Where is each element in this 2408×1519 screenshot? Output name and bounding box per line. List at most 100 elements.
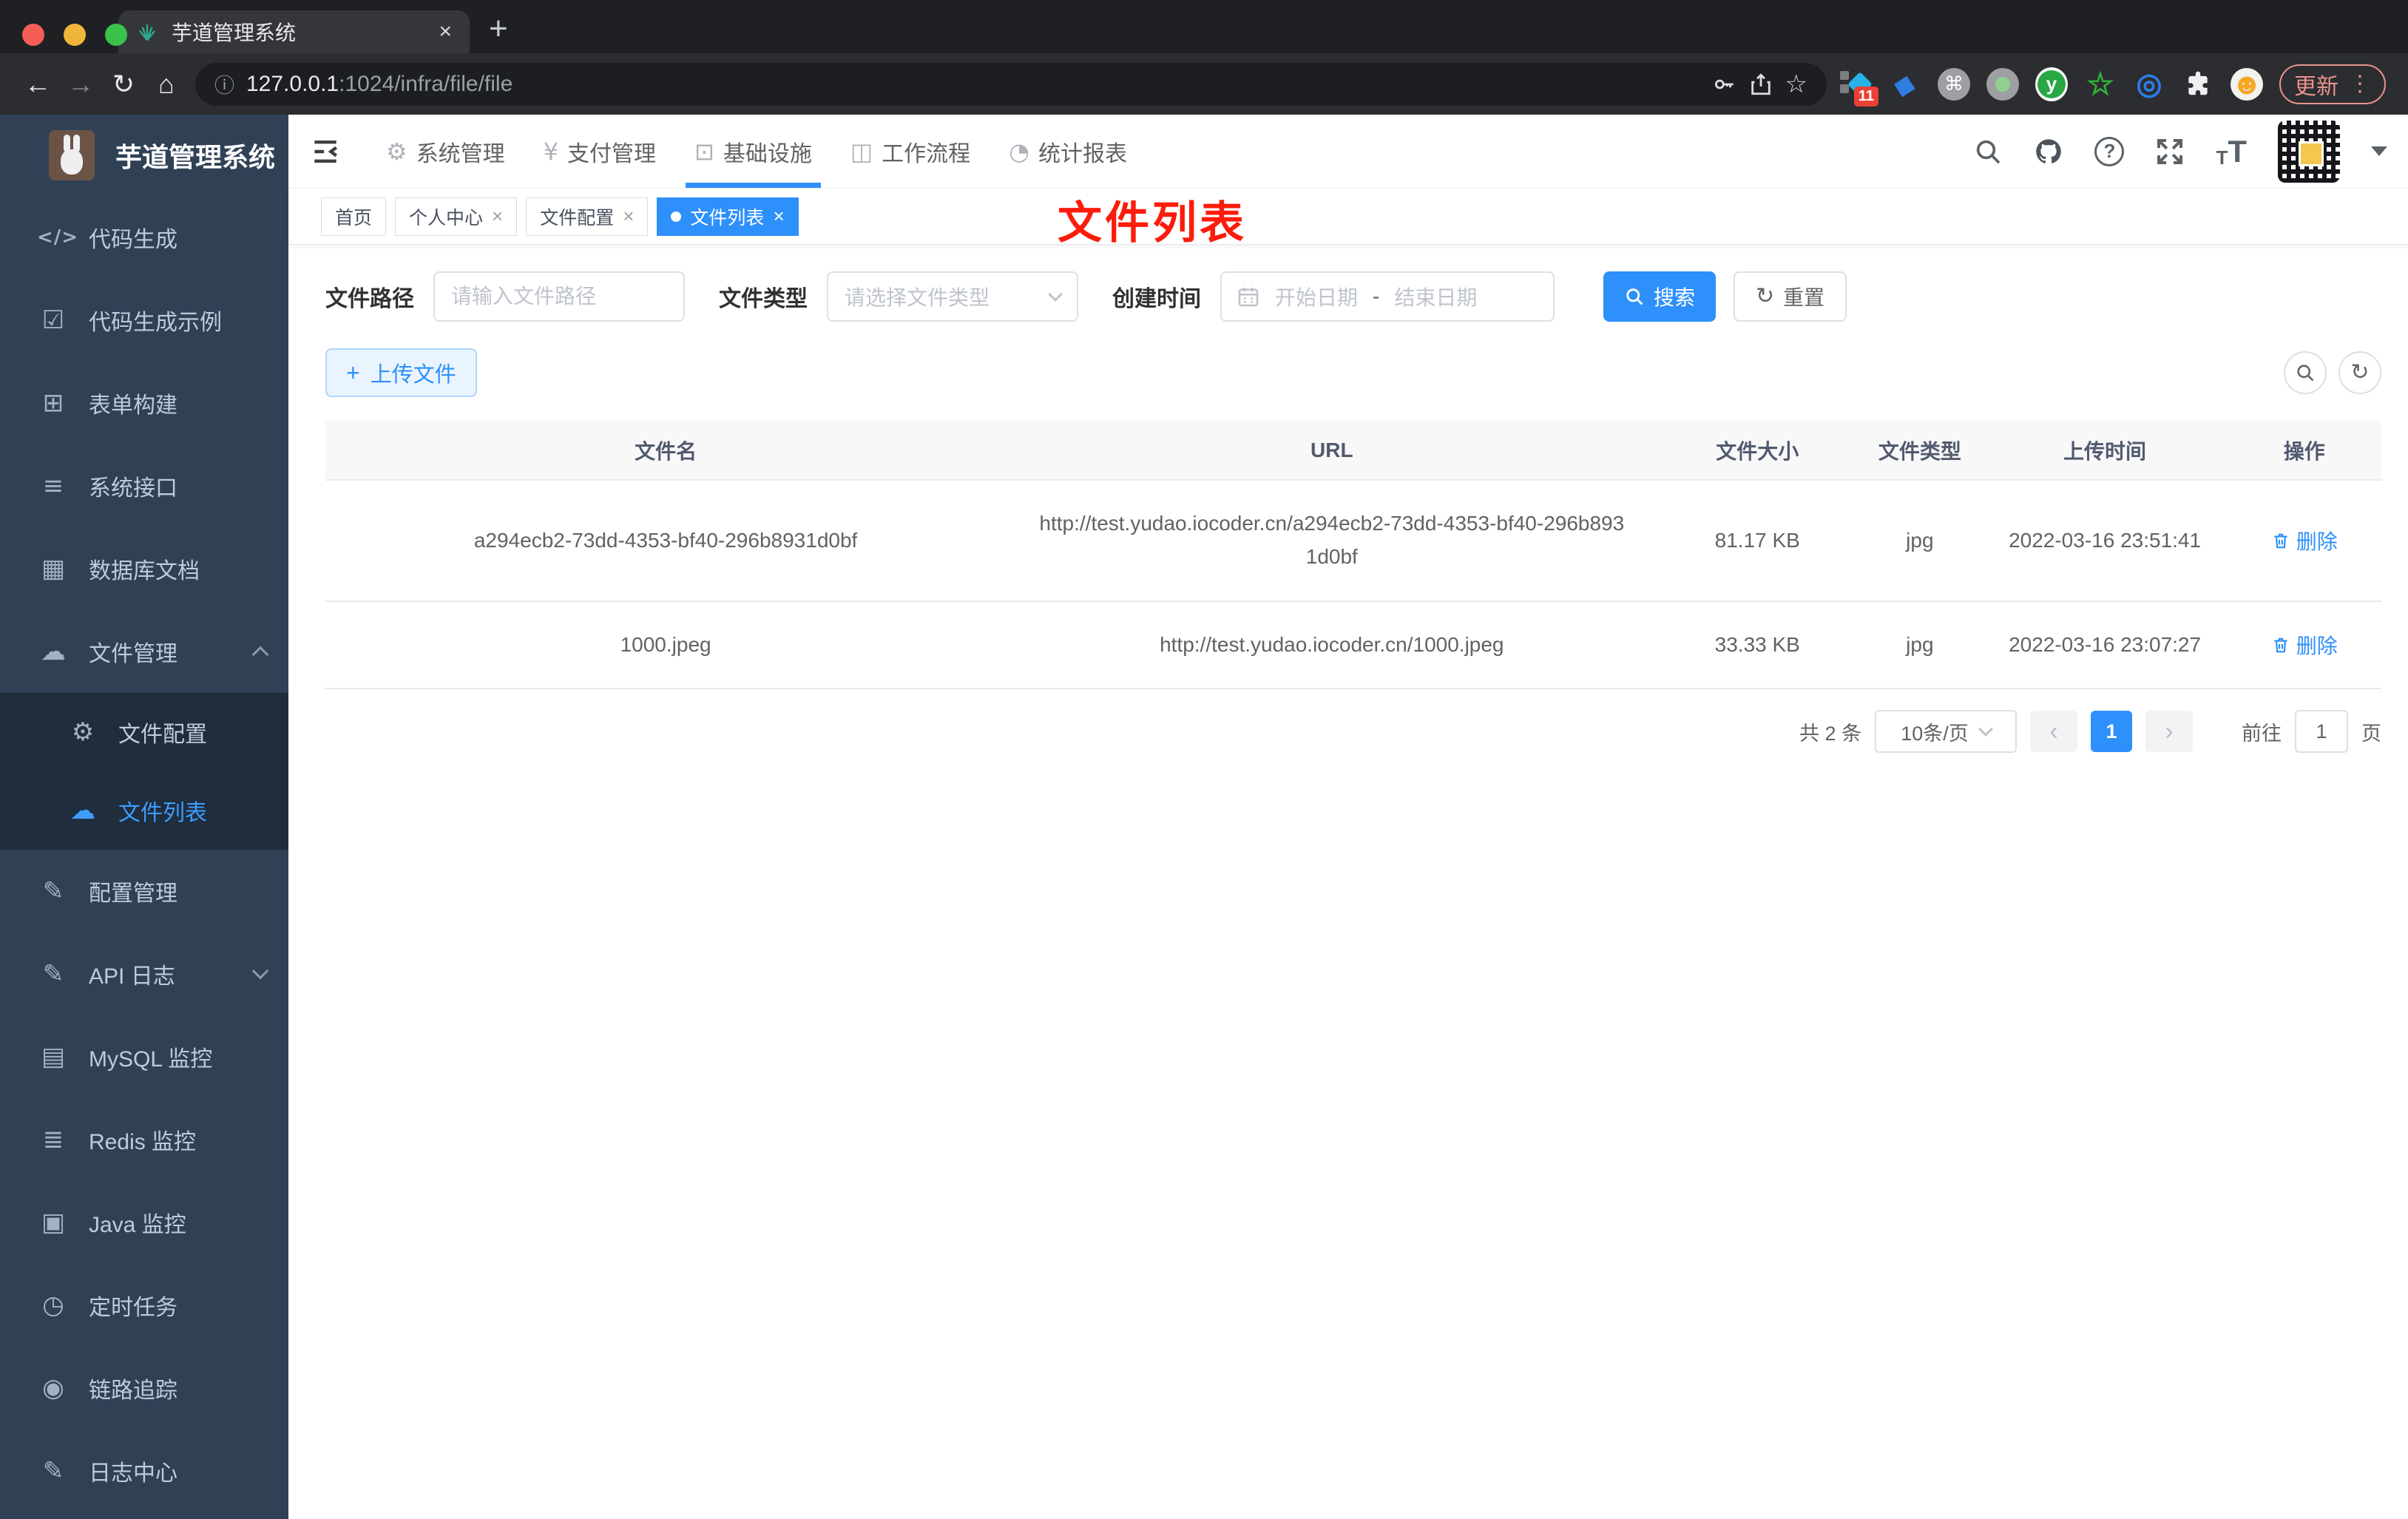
bookmark-star-icon[interactable]: ☆ [1785,72,1807,97]
browser-chrome: 芋道管理系统 × + ← → ↻ ⌂ ⓘ 127.0.0.1:1024/infr… [0,0,2408,115]
nav-item-reports[interactable]: ◔ 统计报表 [990,115,1146,188]
sidebar-item-code-generation[interactable]: </> 代码生成 [0,196,288,279]
user-avatar-qr[interactable] [2278,120,2340,183]
close-icon[interactable]: × [773,205,784,228]
sidebar-collapse-icon[interactable] [309,135,342,168]
site-info-icon[interactable]: ⓘ [214,70,234,98]
refresh-table-button[interactable]: ↻ [2338,351,2381,394]
delete-button[interactable]: 删除 [2271,630,2338,660]
sidebar-item-form-builder[interactable]: ⊞ 表单构建 [0,362,288,444]
col-upload-time: 上传时间 [1982,421,2228,481]
close-window-button[interactable] [22,24,44,46]
goto-unit-label: 页 [2361,722,2381,745]
extension-eye-icon[interactable]: ◎ [2133,68,2165,101]
browser-update-button[interactable]: 更新 ⋮ [2279,64,2386,104]
forward-button[interactable]: → [59,69,102,100]
extension-kite-icon[interactable]: ◆ [1886,64,1924,103]
avatar-caret-down-icon[interactable] [2371,146,2387,156]
sidebar-item-trace[interactable]: ◉ 链路追踪 [0,1347,288,1430]
sidebar-item-mysql-monitor[interactable]: ▤ MySQL 监控 [0,1015,288,1098]
sidebar-item-db-doc[interactable]: ▦ 数据库文档 [0,527,288,610]
prev-page-button[interactable]: ‹ [2030,711,2077,753]
layers-icon: ≣ [42,1125,64,1154]
extension-recorder-icon[interactable] [1986,67,2019,101]
back-button[interactable]: ← [16,69,59,100]
profile-avatar[interactable]: ☻ [2231,67,2263,101]
tag-file-config[interactable]: 文件配置 × [526,197,649,236]
sidebar-item-file-management[interactable]: ☁ 文件管理 [0,610,288,693]
log-center-icon: ✎ [42,1456,64,1486]
minimize-window-button[interactable] [64,24,86,46]
delete-button[interactable]: 删除 [2271,526,2338,555]
home-button[interactable]: ⌂ [145,69,188,100]
extension-tabs-icon[interactable]: 11 [1840,68,1878,106]
sidebar: 芋道管理系统 </> 代码生成 ☑ 代码生成示例 ⊞ 表单构建 ≡ 系统接口 ▦… [0,115,288,1519]
upload-file-button[interactable]: + 上传文件 [325,348,477,397]
hide-search-button[interactable] [2284,351,2327,394]
app-logo[interactable]: 芋道管理系统 [0,115,288,196]
sidebar-item-log-center[interactable]: ✎ 日志中心 [0,1430,288,1512]
close-icon[interactable]: × [492,205,503,228]
col-url: URL [1006,421,1658,481]
date-end-placeholder[interactable]: 结束日期 [1394,282,1477,311]
sidebar-item-code-gen-example[interactable]: ☑ 代码生成示例 [0,279,288,362]
browser-menu-icon[interactable]: ⋮ [2349,71,2371,97]
briefcase-icon: ◫ [850,137,873,166]
file-path-label: 文件路径 [325,287,414,311]
col-actions: 操作 [2227,421,2381,481]
file-path-input[interactable] [433,271,685,322]
tag-home[interactable]: 首页 [321,197,387,236]
sidebar-item-file-config[interactable]: ⚙ 文件配置 [0,693,288,771]
nav-item-payment[interactable]: ¥ 支付管理 [524,115,675,188]
font-size-icon[interactable]: TT [2216,134,2247,169]
window-controls [22,24,127,46]
sidebar-item-scheduled-tasks[interactable]: ◷ 定时任务 [0,1264,288,1347]
nav-item-system[interactable]: ⚙ 系统管理 [367,115,524,188]
address-bar[interactable]: ⓘ 127.0.0.1:1024/infra/file/file ☆ [195,62,1827,106]
help-icon[interactable]: ? [2094,136,2125,166]
tag-file-list[interactable]: 文件列表 × [657,197,799,236]
browser-tab[interactable]: 芋道管理系统 × [118,10,470,53]
extension-command-icon[interactable]: ⌘ [1938,67,1970,101]
search-icon[interactable] [1973,137,2003,166]
zoom-window-button[interactable] [105,24,127,46]
sidebar-item-config-management[interactable]: ✎ 配置管理 [0,850,288,933]
next-page-button[interactable]: › [2145,711,2193,753]
sidebar-item-redis-monitor[interactable]: ≣ Redis 监控 [0,1098,288,1181]
extension-badge: 11 [1853,86,1878,106]
date-start-placeholder[interactable]: 开始日期 [1275,282,1358,311]
new-tab-button[interactable]: + [489,10,508,47]
sidebar-item-system-api[interactable]: ≡ 系统接口 [0,444,288,527]
app-header: ⚙ 系统管理 ¥ 支付管理 ⊡ 基础设施 ◫ 工作流程 ◔ 统计报表 ? T T [288,115,2408,189]
nav-item-infrastructure[interactable]: ⊡ 基础设施 [675,115,831,188]
current-page-button[interactable]: 1 [2091,711,2132,753]
active-tag-dot [671,211,682,222]
pagination: 共 2 条 10条/页 ‹ 1 › 前往 页 [325,710,2381,754]
sidebar-item-file-list[interactable]: ☁ 文件列表 [0,771,288,850]
extension-y-icon[interactable]: y [2035,67,2068,101]
fullscreen-icon[interactable] [2155,137,2185,166]
nav-item-workflow[interactable]: ◫ 工作流程 [831,115,990,188]
tab-close-icon[interactable]: × [439,19,452,44]
page-size-select[interactable]: 10条/页 [1875,710,2017,754]
tag-profile[interactable]: 个人中心 × [395,197,518,236]
chart-board-icon: ▤ [41,1042,66,1072]
sidebar-item-api-log[interactable]: ✎ API 日志 [0,933,288,1015]
github-icon[interactable] [2034,137,2063,166]
share-icon[interactable] [1748,72,1773,97]
password-key-icon[interactable] [1711,72,1736,97]
search-button[interactable]: 搜索 [1603,271,1717,322]
extension-star-icon[interactable]: ☆ [2084,67,2117,101]
close-icon[interactable]: × [623,205,634,228]
reset-button[interactable]: ↻ 重置 [1734,271,1847,322]
file-type-select[interactable]: 请选择文件类型 [827,271,1078,322]
tab-title: 芋道管理系统 [172,21,297,44]
extensions-puzzle-icon[interactable] [2182,68,2214,101]
date-range-picker[interactable]: 开始日期 - 结束日期 [1220,271,1555,322]
goto-page-input[interactable] [2295,710,2348,754]
page-content: 文件路径 文件类型 请选择文件类型 创建时间 [288,245,2408,1519]
reload-button[interactable]: ↻ [102,69,145,100]
shield-check-icon: ☑ [41,305,65,335]
form-builder-icon: ⊞ [42,388,64,418]
sidebar-item-java-monitor[interactable]: ▣ Java 监控 [0,1181,288,1264]
